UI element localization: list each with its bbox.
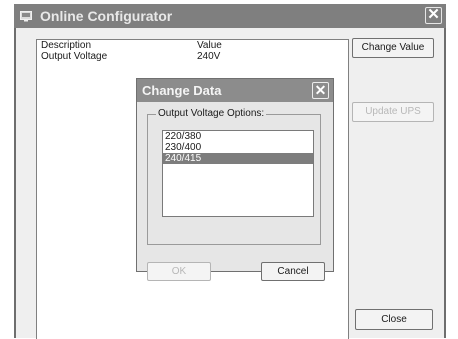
option-item[interactable]: 230/400 <box>163 142 313 153</box>
title-bar[interactable]: Online Configurator ✕ <box>14 4 446 28</box>
voltage-options-list[interactable]: 220/380 230/400 240/415 <box>162 130 314 217</box>
cancel-button[interactable]: Cancel <box>261 262 325 281</box>
list-header: Description Value <box>37 40 348 51</box>
row-value: 240V <box>197 51 221 62</box>
dialog-title: Change Data <box>142 83 222 98</box>
dialog-title-bar[interactable]: Change Data ✕ <box>137 79 333 102</box>
close-icon: ✕ <box>314 82 327 98</box>
option-item[interactable]: 220/380 <box>163 131 313 142</box>
list-row-output-voltage[interactable]: Output Voltage 240V <box>37 51 348 62</box>
update-ups-button[interactable]: Update UPS <box>352 102 434 122</box>
column-header-value[interactable]: Value <box>197 40 222 51</box>
group-label: Output Voltage Options: <box>156 108 267 119</box>
option-item-selected[interactable]: 240/415 <box>163 153 313 164</box>
main-window: Online Configurator ✕ Description Value … <box>14 4 446 339</box>
change-data-dialog: Change Data ✕ Output Voltage Options: 22… <box>136 78 334 281</box>
ok-button[interactable]: OK <box>147 262 211 281</box>
close-button[interactable]: Close <box>355 309 433 330</box>
row-description: Output Voltage <box>41 51 108 62</box>
dialog-close-button[interactable]: ✕ <box>312 82 329 99</box>
window-title: Online Configurator <box>40 8 173 24</box>
voltage-options-group: Output Voltage Options: 220/380 230/400 … <box>147 108 321 245</box>
column-header-description[interactable]: Description <box>41 40 91 51</box>
close-icon: ✕ <box>427 6 440 23</box>
window-client-area: Description Value Output Voltage 240V Ch… <box>14 28 446 339</box>
app-window-icon <box>20 11 32 22</box>
change-value-button[interactable]: Change Value <box>352 38 434 58</box>
window-close-button[interactable]: ✕ <box>425 7 442 24</box>
